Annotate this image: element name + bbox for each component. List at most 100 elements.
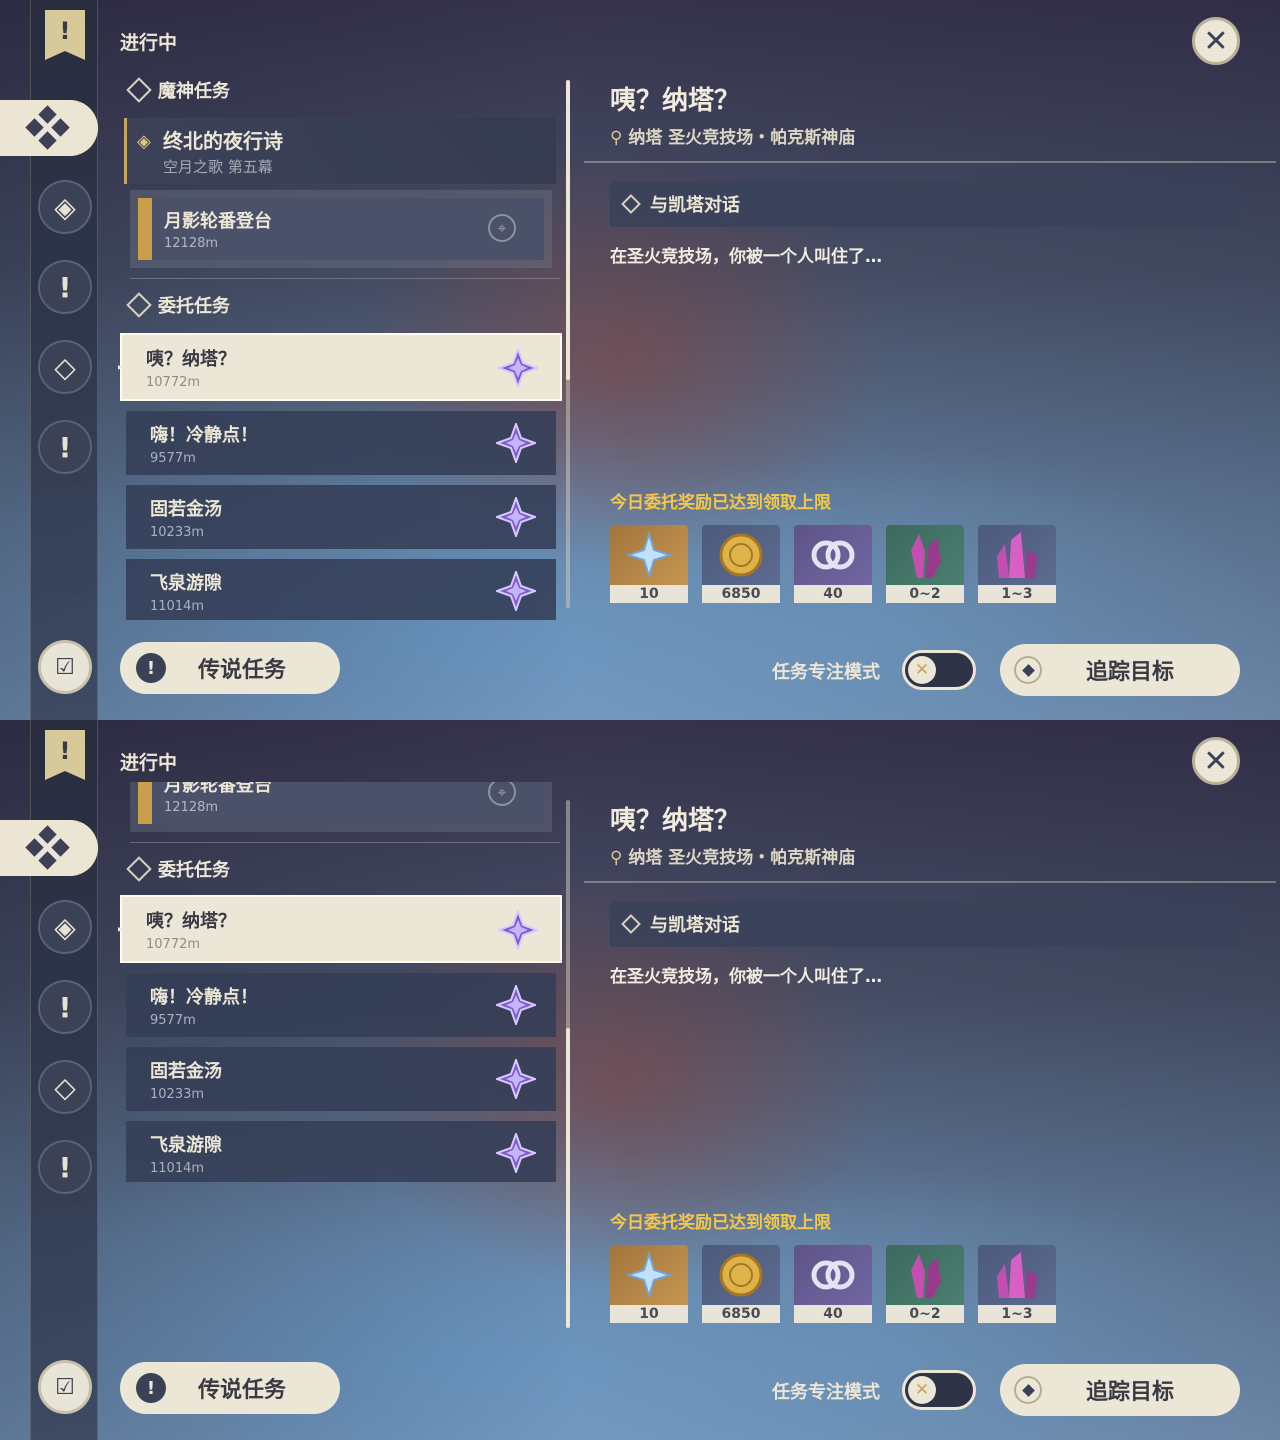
objective-diamond-icon: [621, 914, 641, 934]
section-divider: [130, 278, 560, 279]
green-crystal-icon: [911, 534, 941, 578]
focus-mode-label: 任务专注模式: [772, 1382, 880, 1403]
reward-crystal-large[interactable]: 1~3: [978, 1245, 1056, 1323]
archon-subquest-item[interactable]: 月影轮番登台 12128m ⌖: [138, 198, 544, 260]
green-crystal-icon: [911, 1254, 941, 1298]
selected-arrow-icon: ▶: [118, 359, 123, 375]
archon-quest-title: 终北的夜行诗: [163, 129, 283, 153]
commission-item-3[interactable]: 固若金汤 10233m: [126, 1047, 556, 1111]
title-divider: [584, 161, 1276, 163]
quest-list: 魔神任务 ◈ 终北的夜行诗 空月之歌 第五幕 月影轮番登台 12128m ⌖ 委…: [118, 72, 568, 620]
track-target-label: 追踪目标: [1086, 660, 1175, 685]
quest-list-scrollbar[interactable]: [566, 800, 570, 1328]
archon-subquest-title: 月影轮番登台: [164, 782, 272, 796]
reward-qty: 6850: [702, 585, 780, 603]
archon-quest-category-icon[interactable]: ◈: [38, 900, 92, 954]
reward-qty: 1~3: [978, 1305, 1056, 1323]
reward-crystal-small[interactable]: 0~2: [886, 525, 964, 603]
archon-subquest-item[interactable]: 月影轮番登台 12128m ⌖: [138, 782, 544, 824]
status-label: 进行中: [120, 752, 178, 774]
quest-location: ⚲ 纳塔 圣火竞技场・帕克斯神庙: [610, 843, 855, 868]
reward-qty: 10: [610, 1305, 688, 1323]
commission-item-2[interactable]: 嗨！冷静点！ 9577m: [126, 973, 556, 1037]
commission-star-icon: [496, 1133, 536, 1173]
archon-section-header: 魔神任务: [118, 72, 568, 108]
commission-item-3[interactable]: 固若金汤 10233m: [126, 485, 556, 549]
story-quest-category-icon[interactable]: !: [38, 980, 92, 1034]
commission-item-4[interactable]: 飞泉游隙 11014m: [126, 559, 556, 620]
archon-quest-category-icon[interactable]: ◈: [38, 180, 92, 234]
archon-quest-item[interactable]: ◈ 终北的夜行诗 空月之歌 第五幕: [124, 118, 556, 184]
quest-location-text: 纳塔 圣火竞技场・帕克斯神庙: [628, 128, 856, 148]
commission-category-tab[interactable]: [0, 100, 98, 156]
all-quests-banner-icon[interactable]: !: [45, 730, 85, 780]
reward-companionship-exp[interactable]: 40: [794, 525, 872, 603]
reward-qty: 0~2: [886, 1305, 964, 1323]
archon-section-label: 魔神任务: [158, 81, 230, 102]
companionship-exp-icon: [811, 1260, 855, 1290]
purple-crystal-icon: [997, 1252, 1037, 1298]
location-pin-icon[interactable]: ⌖: [488, 214, 516, 242]
reward-qty: 40: [794, 585, 872, 603]
commission-star-icon: [498, 348, 538, 388]
objective-text: 与凯塔对话: [650, 915, 740, 936]
archon-subquest-frame: 月影轮番登台 12128m ⌖: [130, 190, 552, 268]
primogem-icon: [626, 1252, 672, 1298]
commission-category-tab[interactable]: [0, 820, 98, 876]
track-target-label: 追踪目标: [1086, 1380, 1175, 1405]
reward-qty: 10: [610, 585, 688, 603]
reward-crystal-large[interactable]: 1~3: [978, 525, 1056, 603]
reward-primogem[interactable]: 10: [610, 525, 688, 603]
commission-star-icon: [496, 985, 536, 1025]
reward-companionship-exp[interactable]: 40: [794, 1245, 872, 1323]
mora-icon: [719, 533, 763, 577]
achievement-checklist-icon[interactable]: ☑: [38, 640, 92, 694]
commission-item-1[interactable]: ▶ 咦？纳塔？ 10772m: [118, 895, 562, 963]
scroll-thumb[interactable]: [566, 1028, 570, 1328]
track-target-button[interactable]: 追踪目标: [1000, 1364, 1240, 1416]
toggle-off-icon: ✕: [908, 656, 936, 684]
mora-icon: [719, 1253, 763, 1297]
world-quest-category-icon[interactable]: ◇: [38, 1060, 92, 1114]
reward-mora[interactable]: 6850: [702, 1245, 780, 1323]
quest-location: ⚲ 纳塔 圣火竞技场・帕克斯神庙: [610, 123, 855, 148]
archon-subquest-frame: 月影轮番登台 12128m ⌖: [130, 782, 552, 832]
quest-panel-bottom: ! ◈ ! ◇ ! ☑ 进行中 ✕ 月影轮番登台 12128m ⌖ 委托任务 ▶…: [0, 720, 1280, 1440]
reward-qty: 6850: [702, 1305, 780, 1323]
all-quests-banner-icon[interactable]: !: [45, 10, 85, 60]
archon-subquest-distance: 12128m: [164, 236, 219, 251]
legend-quest-button[interactable]: ! 传说任务: [120, 1362, 340, 1414]
reward-crystal-small[interactable]: 0~2: [886, 1245, 964, 1323]
quest-panel-top: ! ◈ ! ◇ ! ☑ 进行中 ✕ 魔神任务 ◈ 终北的夜行诗 空月之歌 第五幕…: [0, 0, 1280, 720]
commission-item-2[interactable]: 嗨！冷静点！ 9577m: [126, 411, 556, 475]
legend-quest-button[interactable]: ! 传说任务: [120, 642, 340, 694]
toggle-off-icon: ✕: [908, 1376, 936, 1404]
event-quest-category-icon[interactable]: !: [38, 1140, 92, 1194]
track-target-button[interactable]: 追踪目标: [1000, 644, 1240, 696]
reward-qty: 0~2: [886, 585, 964, 603]
story-quest-category-icon[interactable]: !: [38, 260, 92, 314]
scroll-thumb[interactable]: [566, 80, 570, 380]
reward-qty: 1~3: [978, 585, 1056, 603]
quest-location-text: 纳塔 圣火竞技场・帕克斯神庙: [628, 848, 856, 868]
commission-section-header: 委托任务: [118, 851, 568, 887]
focus-mode-toggle[interactable]: ✕: [902, 650, 976, 690]
commission-category-icon: [25, 105, 70, 150]
reward-mora[interactable]: 6850: [702, 525, 780, 603]
close-icon[interactable]: ✕: [1192, 17, 1240, 65]
reward-list: 10 6850 40 0~2 1~3: [610, 525, 1056, 603]
quest-list-scrollbar[interactable]: [566, 80, 570, 608]
close-icon[interactable]: ✕: [1192, 737, 1240, 785]
status-label: 进行中: [120, 32, 178, 54]
quest-title: 咦？纳塔？: [610, 86, 741, 116]
focus-mode-toggle[interactable]: ✕: [902, 1370, 976, 1410]
commission-item-1[interactable]: ▶ 咦？纳塔？ 10772m: [118, 333, 562, 401]
reward-primogem[interactable]: 10: [610, 1245, 688, 1323]
commission-section-label: 委托任务: [158, 860, 230, 881]
achievement-checklist-icon[interactable]: ☑: [38, 1360, 92, 1414]
commission-item-4[interactable]: 飞泉游隙 11014m: [126, 1121, 556, 1182]
event-quest-category-icon[interactable]: !: [38, 420, 92, 474]
commission-category-icon: [25, 825, 70, 870]
world-quest-category-icon[interactable]: ◇: [38, 340, 92, 394]
legend-quest-label: 传说任务: [198, 658, 287, 683]
